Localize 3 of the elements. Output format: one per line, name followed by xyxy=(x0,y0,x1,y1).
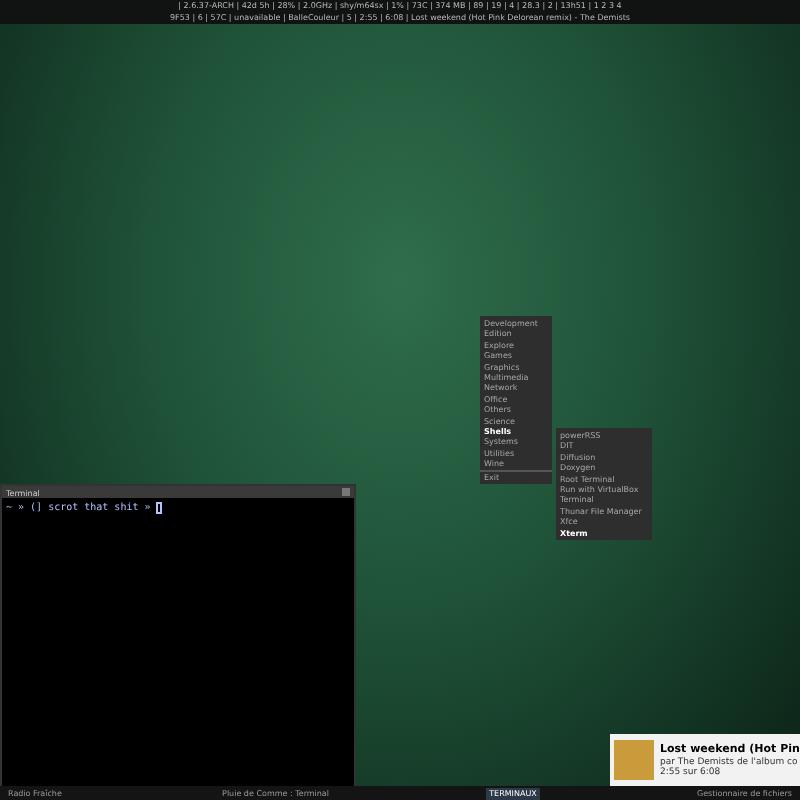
album-art-placeholder xyxy=(614,740,654,780)
cursor-icon xyxy=(156,502,163,514)
close-icon[interactable] xyxy=(342,488,350,496)
